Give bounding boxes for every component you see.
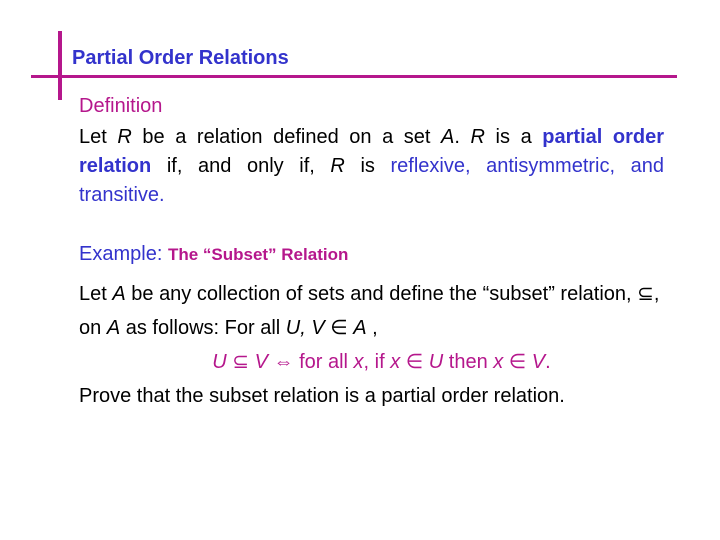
- example-heading: Example: The “Subset” Relation: [79, 243, 349, 265]
- title-vertical-rule: [58, 31, 62, 100]
- definition-heading: Definition: [79, 95, 163, 117]
- prove-statement: Prove that the subset relation is a part…: [79, 385, 565, 407]
- subset-definition-formula: U ⊆ V ⇔ for all x, if x ∈ U then x ∈ V.: [212, 351, 551, 373]
- definition-text: Let R be a relation defined on a set A. …: [79, 126, 664, 206]
- slide-title: Partial Order Relations: [72, 47, 289, 69]
- title-horizontal-rule: [31, 75, 677, 78]
- example-subtitle: The “Subset” Relation: [167, 245, 349, 264]
- example-text: Let A be any collection of sets and defi…: [79, 277, 664, 413]
